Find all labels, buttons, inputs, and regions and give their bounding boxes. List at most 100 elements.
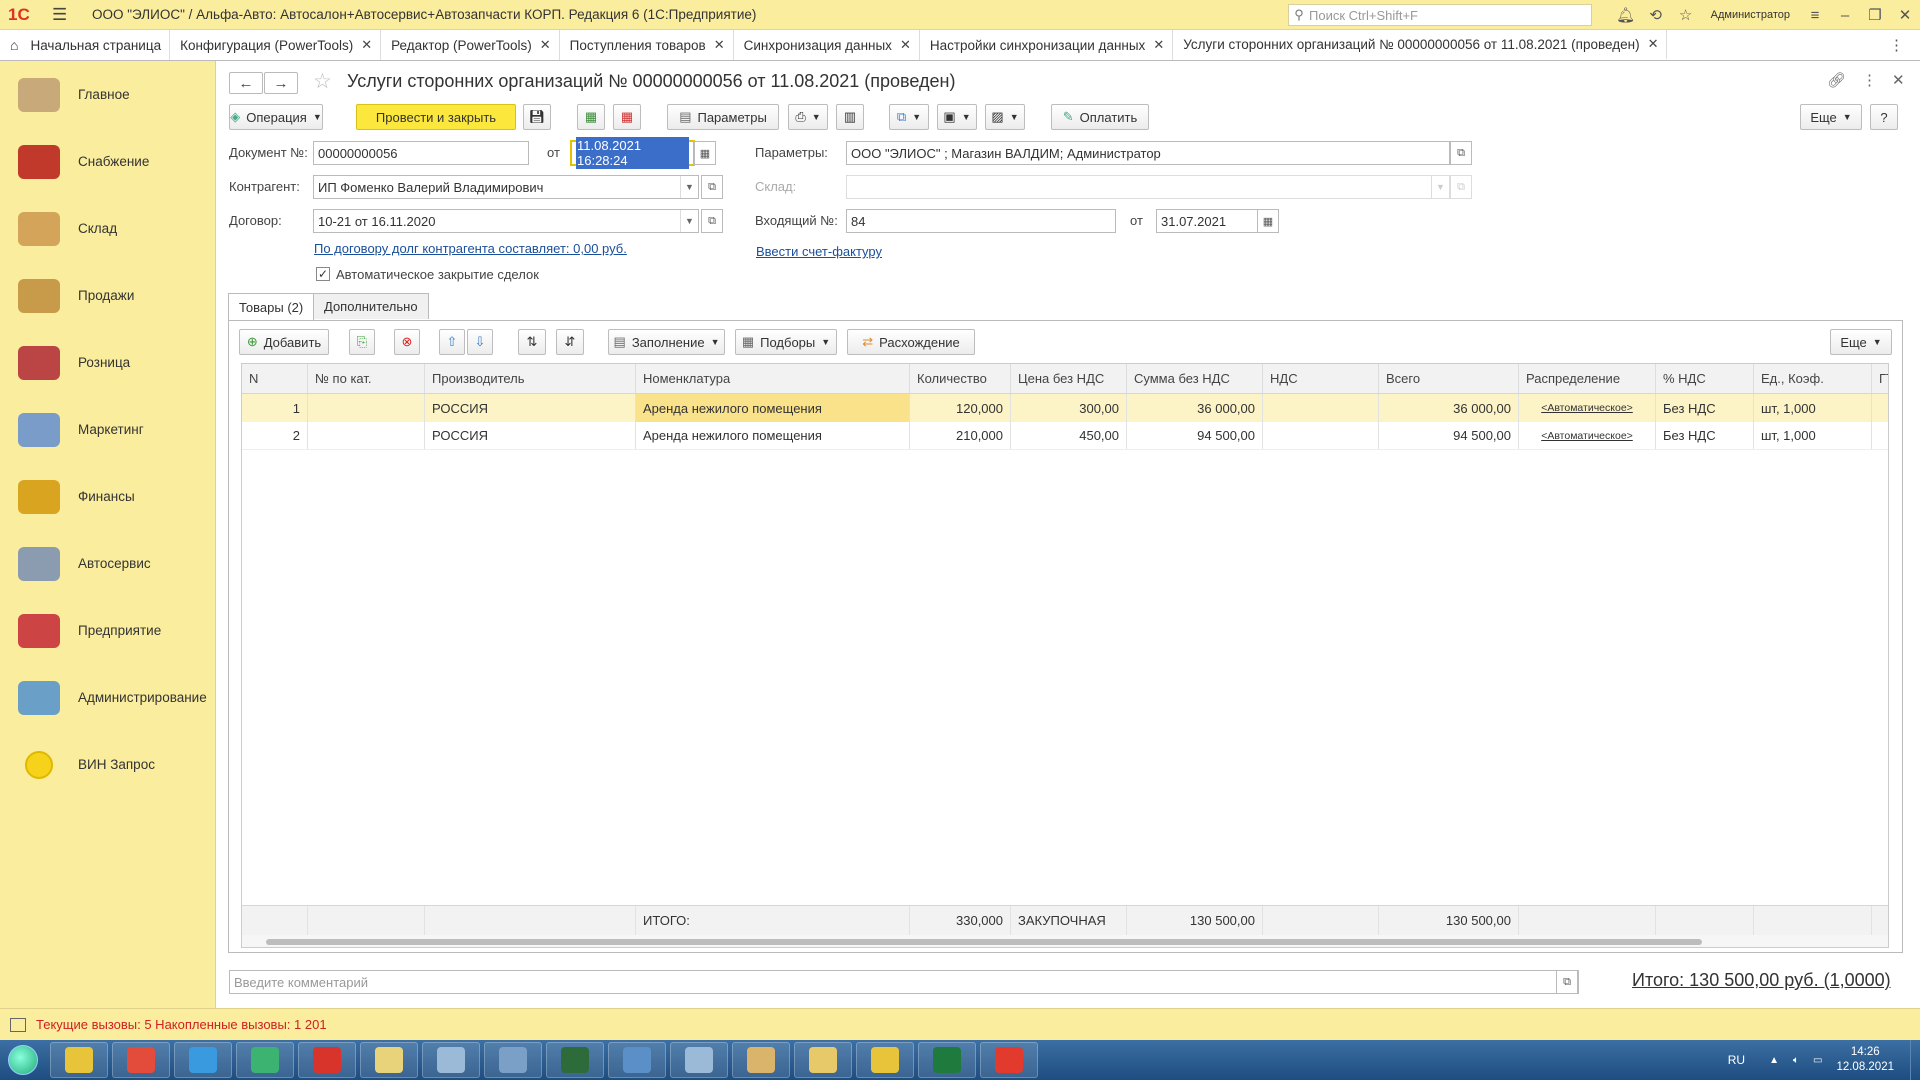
move-up-button[interactable]: ⇧ [439, 329, 465, 355]
column-header-vat-rate[interactable]: % НДС [1656, 364, 1754, 393]
current-user[interactable]: Администратор [1711, 9, 1790, 21]
tray-expand-icon[interactable]: ▲ [1769, 1055, 1779, 1066]
report-button[interactable]: ▥ [836, 104, 864, 130]
close-tab-icon[interactable]: ✕ [1648, 36, 1659, 52]
taskbar-app[interactable] [980, 1042, 1038, 1078]
close-tab-icon[interactable]: ✕ [900, 37, 911, 53]
pay-button[interactable]: ✎ Оплатить [1051, 104, 1149, 130]
table-row[interactable]: 1 РОССИЯ Аренда нежилого помещения 120,000 3… [242, 394, 1888, 422]
operation-button[interactable]: ◈ Операция ▼ [229, 104, 323, 130]
taskbar-app[interactable] [112, 1042, 170, 1078]
taskbar-app[interactable] [546, 1042, 604, 1078]
column-header-vat[interactable]: НДС [1263, 364, 1379, 393]
table-more-button[interactable]: Еще ▼ [1830, 329, 1892, 355]
forward-button[interactable]: → [264, 72, 298, 94]
sort-asc-button[interactable]: ⇅ [518, 329, 546, 355]
link-icon[interactable]: 🔗︎ [1827, 71, 1846, 89]
structure-button[interactable]: ▨ ▼ [985, 104, 1025, 130]
tab-data-sync[interactable]: Синхронизация данных ✕ [734, 30, 920, 60]
sidebar-item[interactable]: Предприятие [0, 597, 215, 664]
more-vertical-icon[interactable]: ⋮ [1862, 71, 1877, 89]
enter-invoice-link[interactable]: Ввести счет-фактуру [756, 244, 882, 259]
column-header-distribution[interactable]: Распределение [1519, 364, 1656, 393]
incoming-date-field[interactable]: 31.07.2021 [1156, 209, 1258, 233]
post-button[interactable]: ▦ [577, 104, 605, 130]
dropdown-icon[interactable]: ▼ [680, 210, 698, 232]
tab-sync-settings[interactable]: Настройки синхронизации данных ✕ [920, 30, 1174, 60]
sidebar-item[interactable]: Снабжение [0, 128, 215, 195]
volume-icon[interactable]: 🔈︎ [1793, 1055, 1799, 1066]
contractor-field[interactable]: ИП Фоменко Валерий Владимирович ▼ [313, 175, 699, 199]
column-header-unit[interactable]: Ед., Коэф. [1754, 364, 1872, 393]
favorites-star-icon[interactable]: ☆ [1671, 6, 1701, 24]
taskbar-app[interactable] [422, 1042, 480, 1078]
tabs-more-icon[interactable]: ⋮ [1889, 36, 1904, 54]
save-button[interactable]: 💾︎ [523, 104, 551, 130]
contract-field[interactable]: 10-21 от 16.11.2020 ▼ [313, 209, 699, 233]
document-total[interactable]: Итого: 130 500,00 руб. (1,0000) [1632, 970, 1891, 991]
tab-editor-powertools[interactable]: Редактор (PowerTools) ✕ [381, 30, 560, 60]
tab-goods-receipts[interactable]: Поступления товаров ✕ [560, 30, 734, 60]
close-tab-icon[interactable]: ✕ [1153, 37, 1164, 53]
taskbar-app[interactable] [670, 1042, 728, 1078]
open-comment-button[interactable]: ⧉ [1556, 970, 1578, 994]
back-button[interactable]: ← [229, 72, 263, 94]
sort-desc-button[interactable]: ⇵ [556, 329, 584, 355]
sidebar-item[interactable]: Администрирование [0, 664, 215, 731]
incoming-number-field[interactable]: 84 [846, 209, 1116, 233]
column-header-catalog-no[interactable]: № по кат. [308, 364, 425, 393]
open-parameters-button[interactable]: ⧉ [1450, 141, 1472, 165]
close-form-icon[interactable]: ✕ [1892, 71, 1905, 89]
dropdown-icon[interactable]: ▼ [680, 176, 698, 198]
help-button[interactable]: ? [1870, 104, 1898, 130]
start-button[interactable] [0, 1041, 46, 1079]
calendar-button[interactable]: ▦ [694, 141, 716, 165]
taskbar-app[interactable] [236, 1042, 294, 1078]
move-down-button[interactable]: ⇩ [467, 329, 493, 355]
column-header-quantity[interactable]: Количество [910, 364, 1011, 393]
cell-distribution[interactable]: <Автоматическое> [1519, 394, 1656, 422]
settings-menu-icon[interactable]: ≡ [1800, 7, 1830, 24]
main-menu-icon[interactable]: ☰ [52, 5, 74, 25]
delete-row-button[interactable]: ⊗ [394, 329, 420, 355]
more-button[interactable]: Еще ▼ [1800, 104, 1862, 130]
taskbar-app[interactable] [484, 1042, 542, 1078]
sidebar-item[interactable]: Продажи [0, 262, 215, 329]
minimize-icon[interactable]: – [1830, 7, 1860, 24]
column-header-manufacturer[interactable]: Производитель [425, 364, 636, 393]
sidebar-item[interactable]: Склад [0, 195, 215, 262]
column-header-total[interactable]: Всего [1379, 364, 1519, 393]
windows-icon[interactable] [10, 1017, 26, 1032]
column-header-sum[interactable]: Сумма без НДС [1127, 364, 1263, 393]
open-contractor-button[interactable]: ⧉ [701, 175, 723, 199]
parameters-button[interactable]: ▤ Параметры [667, 104, 779, 130]
contractor-debt-link[interactable]: По договору долг контрагента составляет:… [314, 241, 627, 256]
unpost-button[interactable]: ▦ [613, 104, 641, 130]
close-window-icon[interactable]: ✕ [1890, 6, 1920, 24]
close-tab-icon[interactable]: ✕ [361, 37, 372, 53]
create-based-button[interactable]: ⧉ ▼ [889, 104, 929, 130]
taskbar-app[interactable] [174, 1042, 232, 1078]
open-contract-button[interactable]: ⧉ [701, 209, 723, 233]
doc-number-field[interactable]: 00000000056 [313, 141, 529, 165]
language-indicator[interactable]: RU [1728, 1053, 1745, 1067]
auto-close-checkbox[interactable]: ✓ [316, 267, 330, 281]
incoming-calendar-button[interactable]: ▦ [1257, 209, 1279, 233]
history-icon[interactable]: ⟲ [1641, 6, 1671, 24]
print-button[interactable]: ⎙ ▼ [788, 104, 828, 130]
scrollbar-thumb[interactable] [266, 939, 1702, 945]
taskbar-app[interactable] [732, 1042, 790, 1078]
tab-goods[interactable]: Товары (2) [228, 293, 315, 320]
copy-row-button[interactable]: ⎘ [349, 329, 375, 355]
taskbar-app[interactable] [360, 1042, 418, 1078]
table-row[interactable]: 2 РОССИЯ Аренда нежилого помещения 210,000 4… [242, 422, 1888, 450]
dropdown-icon[interactable]: ▼ [1431, 176, 1449, 198]
close-tab-icon[interactable]: ✕ [714, 37, 725, 53]
horizontal-scrollbar[interactable] [242, 935, 1888, 947]
taskbar-app[interactable] [608, 1042, 666, 1078]
show-desktop-button[interactable] [1910, 1040, 1920, 1080]
clock[interactable]: 14:26 12.08.2021 [1836, 1045, 1894, 1075]
restore-icon[interactable]: ❐ [1860, 6, 1890, 24]
sidebar-item[interactable]: Автосервис [0, 530, 215, 597]
add-row-button[interactable]: ⊕ Добавить [239, 329, 329, 355]
